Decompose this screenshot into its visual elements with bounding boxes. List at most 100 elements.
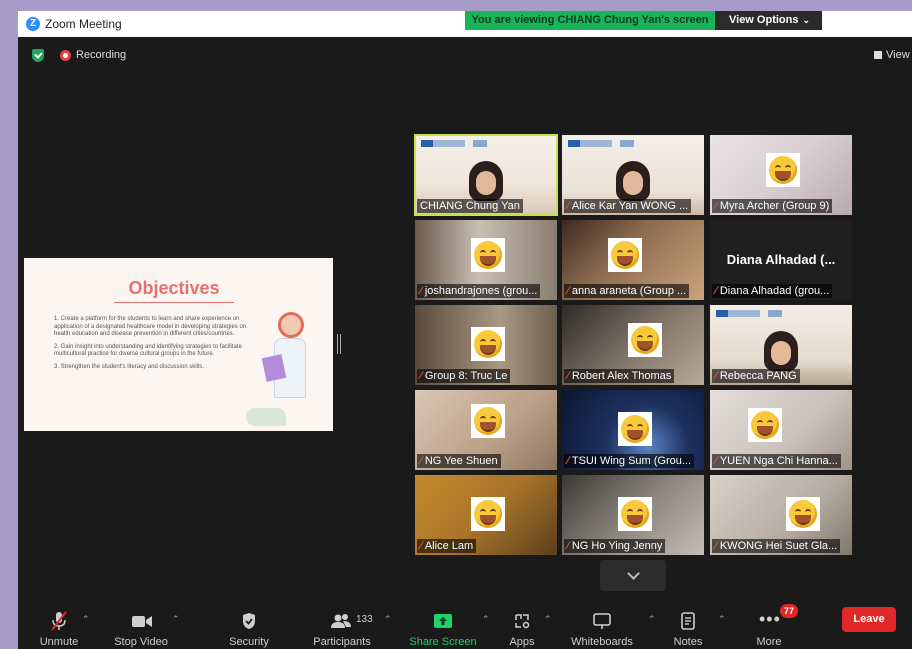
microphone-muted-icon: ⁄	[420, 455, 422, 467]
participants-icon	[331, 614, 351, 628]
participant-name: Alice Kar Yan WONG ...	[571, 200, 689, 212]
institution-logo-secondary	[473, 140, 487, 147]
participant-name: TSUI Wing Sum (Grou...	[571, 455, 692, 467]
microphone-muted-icon: ⁄	[715, 200, 717, 212]
chevron-down-icon: ⌄	[802, 15, 810, 25]
illustration-head	[278, 312, 304, 338]
participant-name-label: ⁄ TSUI Wing Sum (Grou...	[564, 454, 695, 468]
participant-tile[interactable]: ⁄ Myra Archer (Group 9)	[710, 135, 852, 215]
participant-name-label: ⁄ Myra Archer (Group 9)	[712, 199, 833, 213]
participants-button[interactable]: 133 ⌃ Participants	[310, 605, 392, 649]
security-label: Security	[229, 636, 269, 648]
notes-icon	[681, 612, 695, 630]
smiley-face-icon	[471, 404, 505, 438]
notes-button[interactable]: ⌃ Notes	[666, 605, 726, 649]
participant-display-name: Diana Alhadad (...	[726, 252, 836, 267]
slide-title: Objectives	[128, 278, 220, 298]
apps-icon	[515, 614, 530, 629]
microphone-muted-icon: ⁄	[567, 370, 569, 382]
participant-name-label: ⁄ Group 8: Truc Le	[417, 369, 511, 383]
window-title: Zoom Meeting	[45, 17, 122, 31]
slide-point: 1. Create a platform for the students to…	[54, 316, 247, 337]
participant-tile[interactable]: ⁄ NG Ho Ying Jenny	[562, 475, 704, 555]
participants-count: 133	[356, 614, 373, 625]
screen-share-banner: You are viewing CHIANG Chung Yan's scree…	[465, 11, 822, 30]
participant-name-label: ⁄ Alice Lam	[417, 539, 477, 553]
participant-tile[interactable]: ⁄ anna araneta (Group ...	[562, 220, 704, 300]
video-camera-icon	[132, 616, 152, 627]
microphone-muted-icon: ⁄	[567, 455, 569, 467]
view-options-button[interactable]: View Options ⌄	[715, 11, 822, 30]
participant-name: NG Yee Shuen	[424, 455, 498, 467]
smiley-face-icon	[471, 497, 505, 531]
participants-label: Participants	[313, 636, 371, 648]
participant-tile[interactable]: ⁄ KWONG Hei Suet Gla...	[710, 475, 852, 555]
shield-icon	[243, 613, 255, 629]
leave-button[interactable]: Leave	[842, 607, 896, 632]
chevron-up-icon[interactable]: ⌃	[172, 614, 180, 625]
smiley-face-icon	[748, 408, 782, 442]
participant-name: anna araneta (Group ...	[571, 285, 687, 297]
participant-name: KWONG Hei Suet Gla...	[719, 540, 838, 552]
smiley-face-icon	[471, 327, 505, 361]
recording-label: Recording	[76, 49, 127, 61]
participant-tile[interactable]: ⁄ NG Yee Shuen	[415, 390, 557, 470]
microphone-muted-icon: ⁄	[420, 540, 422, 552]
institution-logo	[716, 310, 760, 317]
chevron-up-icon[interactable]: ⌃	[82, 614, 90, 625]
microphone-muted-icon: ⁄	[715, 455, 717, 467]
title-underline	[114, 302, 234, 303]
smiley-face-icon	[628, 323, 662, 357]
participant-tile[interactable]: CHIANG Chung Yan	[414, 134, 558, 216]
security-button[interactable]: Security	[222, 605, 276, 649]
view-button[interactable]: View	[874, 49, 910, 61]
participant-tile[interactable]: ⁄ joshandrajones (grou...	[415, 220, 557, 300]
stop-video-button[interactable]: ⌃ Stop Video	[110, 605, 179, 649]
split-view-handle[interactable]	[337, 334, 341, 354]
gallery-scroll-down-button[interactable]	[600, 560, 666, 591]
whiteboards-button[interactable]: ⌃ Whiteboards	[566, 605, 656, 649]
recording-icon	[60, 50, 71, 61]
notes-label: Notes	[673, 636, 703, 648]
participant-video-person	[764, 331, 798, 371]
chevron-up-icon[interactable]: ⌃	[384, 614, 392, 625]
participant-name-label: ⁄ KWONG Hei Suet Gla...	[712, 539, 841, 553]
participant-tile[interactable]: ⁄ YUEN Nga Chi Hanna...	[710, 390, 852, 470]
participant-name-label: ⁄ Rebecca PANG	[712, 369, 800, 383]
viewing-message: You are viewing CHIANG Chung Yan's scree…	[465, 11, 715, 30]
share-screen-icon	[434, 614, 452, 628]
chevron-up-icon[interactable]: ⌃	[482, 614, 490, 625]
participant-tile[interactable]: ⁄ Alice Lam	[415, 475, 557, 555]
microphone-muted-icon: ⁄	[420, 370, 422, 382]
chevron-up-icon[interactable]: ⌃	[718, 614, 726, 625]
institution-logo	[568, 140, 612, 147]
more-dots-icon: •••	[759, 609, 781, 629]
participant-name: CHIANG Chung Yan	[420, 200, 520, 212]
more-button[interactable]: ••• 77 More	[746, 604, 799, 649]
notification-badge: 77	[780, 604, 799, 618]
whiteboards-label: Whiteboards	[571, 636, 633, 648]
smiley-face-icon	[471, 238, 505, 272]
participant-name-label: ⁄ Alice Kar Yan WONG ...	[564, 199, 692, 213]
chevron-up-icon[interactable]: ⌃	[544, 614, 552, 625]
slide-point: 3. Strengthen the student's literacy and…	[54, 363, 204, 370]
share-screen-label: Share Screen	[409, 636, 477, 648]
participant-tile[interactable]: ⁄ Group 8: Truc Le	[415, 305, 557, 385]
participant-tile[interactable]: ⁄ TSUI Wing Sum (Grou...	[562, 390, 704, 470]
institution-logo	[421, 140, 465, 147]
encryption-shield-icon[interactable]	[32, 49, 44, 62]
apps-button[interactable]: ⌃ Apps	[504, 605, 551, 649]
share-screen-button[interactable]: ⌃ Share Screen	[408, 605, 490, 649]
unmute-button[interactable]: ⌃ Unmute	[30, 605, 90, 649]
participant-tile[interactable]: ⁄ Robert Alex Thomas	[562, 305, 704, 385]
microphone-muted-icon: ⁄	[567, 285, 569, 297]
participant-name-label: ⁄ NG Ho Ying Jenny	[564, 539, 666, 553]
participant-name-label: ⁄ YUEN Nga Chi Hanna...	[712, 454, 841, 468]
chevron-up-icon[interactable]: ⌃	[648, 614, 656, 625]
participant-tile[interactable]: ⁄ Rebecca PANG	[710, 305, 852, 385]
smiley-face-icon	[608, 238, 642, 272]
participant-name: YUEN Nga Chi Hanna...	[719, 455, 838, 467]
participant-tile[interactable]: Diana Alhadad (... ⁄ Diana Alhadad (grou..…	[710, 220, 852, 300]
participant-tile[interactable]: ⁄ Alice Kar Yan WONG ...	[562, 135, 704, 215]
smiley-face-icon	[786, 497, 820, 531]
